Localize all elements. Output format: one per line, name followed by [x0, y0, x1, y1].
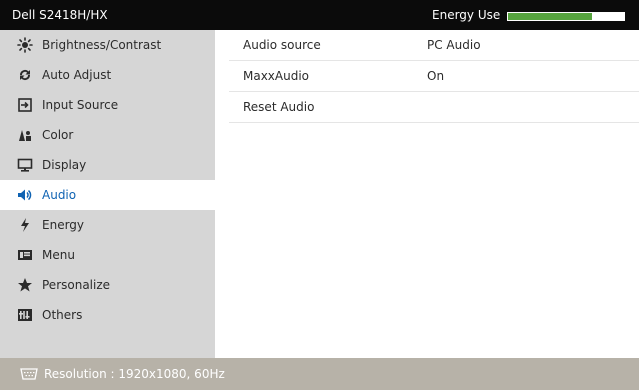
sidebar-item-input-source[interactable]: Input Source: [0, 90, 215, 120]
monitor-model: Dell S2418H/HX: [12, 8, 108, 22]
status-bar: Resolution : 1920x1080, 60Hz: [0, 358, 639, 390]
sidebar-item-label: Input Source: [42, 98, 119, 112]
display-icon: [17, 157, 33, 173]
sidebar-item-label: Others: [42, 308, 83, 322]
audio-source-value: PC Audio: [427, 38, 481, 52]
star-icon: [17, 277, 33, 293]
osd-window: Dell S2418H/HX Energy Use Brightness/Con…: [0, 0, 639, 390]
auto-adjust-icon: [17, 67, 33, 83]
sidebar-item-color[interactable]: Color: [0, 120, 215, 150]
audio-source-row[interactable]: Audio source PC Audio: [229, 30, 639, 61]
resolution-status: Resolution : 1920x1080, 60Hz: [44, 367, 225, 381]
others-icon: [17, 307, 33, 323]
reset-audio-row[interactable]: Reset Audio: [229, 92, 639, 123]
sidebar-item-auto-adjust[interactable]: Auto Adjust: [0, 60, 215, 90]
sidebar-item-label: Brightness/Contrast: [42, 38, 162, 52]
sidebar-item-energy[interactable]: Energy: [0, 210, 215, 240]
maxxaudio-row[interactable]: MaxxAudio On: [229, 61, 639, 92]
sidebar-item-brightness-contrast[interactable]: Brightness/Contrast: [0, 30, 215, 60]
color-icon: [17, 127, 33, 143]
audio-settings-panel: Audio source PC Audio MaxxAudio On Reset…: [215, 30, 639, 358]
sidebar-item-audio[interactable]: Audio: [0, 180, 215, 210]
sidebar-item-others[interactable]: Others: [0, 300, 215, 330]
maxxaudio-value: On: [427, 69, 445, 83]
sidebar-item-label: Energy: [42, 218, 85, 232]
audio-source-label: Audio source: [243, 38, 321, 52]
sidebar-item-label: Display: [42, 158, 87, 172]
reset-audio-label: Reset Audio: [243, 100, 315, 114]
sidebar-item-label: Color: [42, 128, 74, 142]
maxxaudio-label: MaxxAudio: [243, 69, 310, 83]
sidebar-item-label: Menu: [42, 248, 75, 262]
sidebar-item-personalize[interactable]: Personalize: [0, 270, 215, 300]
input-source-icon: [17, 97, 33, 113]
energy-use-label: Energy Use: [432, 8, 501, 22]
energy-use-meter: [507, 12, 625, 21]
brightness-icon: [17, 37, 33, 53]
sidebar-item-label: Personalize: [42, 278, 111, 292]
sidebar-item-label: Audio: [42, 188, 77, 202]
energy-use-fill: [508, 13, 592, 20]
monitor-connector-icon: [20, 368, 38, 380]
energy-icon: [17, 217, 33, 233]
sidebar-menu: Brightness/Contrast Auto Adjust Input So…: [0, 30, 215, 358]
title-bar: Dell S2418H/HX Energy Use: [0, 0, 639, 30]
sidebar-item-display[interactable]: Display: [0, 150, 215, 180]
sidebar-item-menu[interactable]: Menu: [0, 240, 215, 270]
menu-icon: [17, 247, 33, 263]
speaker-icon: [17, 187, 33, 203]
sidebar-item-label: Auto Adjust: [42, 68, 112, 82]
